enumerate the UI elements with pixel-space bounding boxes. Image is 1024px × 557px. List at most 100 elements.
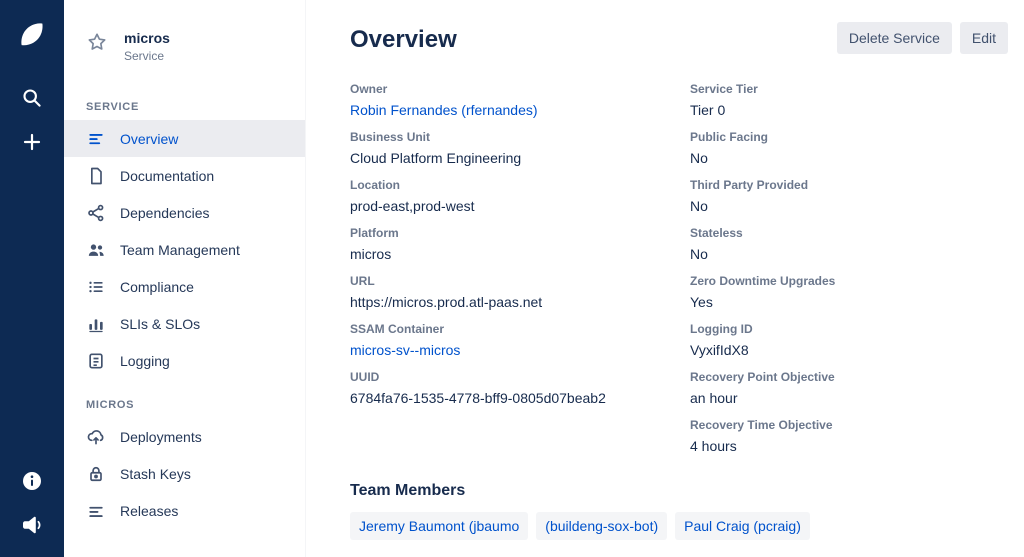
field-label: UUID [350, 370, 690, 384]
service-identity: micros Service [124, 30, 170, 63]
document-icon [86, 166, 106, 186]
sidebar-item-overview[interactable]: Overview [64, 120, 305, 157]
field-value: Tier 0 [690, 102, 835, 118]
sidebar-item-label: Compliance [120, 279, 194, 295]
field-value: 4 hours [690, 438, 835, 454]
sidebar-item-label: Releases [120, 503, 178, 519]
app-logo-button[interactable] [12, 14, 52, 54]
field-label: Recovery Time Objective [690, 418, 835, 432]
sidebar-item-label: SLIs & SLOs [120, 316, 200, 332]
megaphone-icon [20, 513, 44, 537]
sidebar-nav: SERVICE Overview Documentation Dependencies… [64, 89, 305, 529]
field-platform: Platform micros [350, 226, 690, 262]
team-member-chip[interactable]: Paul Craig (pcraig) [675, 512, 810, 540]
service-fields: Owner Robin Fernandes (rfernandes) Busines… [350, 82, 1008, 466]
sidebar-item-deployments[interactable]: Deployments [64, 418, 305, 455]
field-value: https://micros.prod.atl-paas.net [350, 294, 690, 310]
main-header: Overview Delete Service Edit [350, 22, 1008, 54]
field-value: No [690, 150, 835, 166]
field-label: Recovery Point Objective [690, 370, 835, 384]
field-business-unit: Business UnitCloud Platform Engineering [350, 130, 690, 166]
field-label: Public Facing [690, 130, 835, 144]
lock-icon [86, 464, 106, 484]
field-label: Stateless [690, 226, 835, 240]
field-label: Owner [350, 82, 690, 96]
sidebar-item-label: Dependencies [120, 205, 210, 221]
sidebar-item-releases[interactable]: Releases [64, 492, 305, 529]
delete-service-button[interactable]: Delete Service [837, 22, 952, 54]
field-value: micros [350, 246, 690, 262]
field-value: 6784fa76-1535-4778-bff9-0805d07beab2 [350, 390, 690, 406]
info-icon [20, 469, 44, 493]
field-value: Cloud Platform Engineering [350, 150, 690, 166]
field-label: Third Party Provided [690, 178, 835, 192]
plus-icon [20, 130, 44, 154]
team-member-chip[interactable]: Jeremy Baumont (jbaumo [350, 512, 528, 540]
field-label: SSAM Container [350, 322, 690, 336]
field-label: Zero Downtime Upgrades [690, 274, 835, 288]
fields-column-right: Service Tier Tier 0 Public Facing No Third P… [690, 82, 835, 466]
field-value-link[interactable]: Robin Fernandes (rfernandes) [350, 102, 690, 118]
create-button[interactable] [12, 122, 52, 162]
info-button[interactable] [12, 461, 52, 501]
sidebar-item-label: Stash Keys [120, 466, 191, 482]
field-ssam-container: SSAM Container micros-sv--micros [350, 322, 690, 358]
field-label: Location [350, 178, 690, 192]
sidebar-item-label: Logging [120, 353, 170, 369]
sidebar-item-label: Deployments [120, 429, 202, 445]
app-logo-icon [16, 18, 48, 50]
search-icon [20, 86, 44, 110]
bar-chart-icon [86, 314, 106, 334]
announcements-button[interactable] [12, 505, 52, 545]
team-member-chip[interactable]: (buildeng-sox-bot) [536, 512, 667, 540]
field-value: prod-east,prod-west [350, 198, 690, 214]
sidebar-item-stash-keys[interactable]: Stash Keys [64, 455, 305, 492]
edit-button[interactable]: Edit [960, 22, 1008, 54]
field-uuid: UUID 6784fa76-1535-4778-bff9-0805d07beab2 [350, 370, 690, 406]
field-stateless: StatelessNo [690, 226, 835, 262]
dependencies-icon [86, 203, 106, 223]
field-url: URL https://micros.prod.atl-paas.net [350, 274, 690, 310]
field-recovery-time-objective: Recovery Time Objective 4 hours [690, 418, 835, 454]
search-button[interactable] [12, 78, 52, 118]
header-buttons: Delete Service Edit [837, 22, 1008, 54]
sidebar-section-micros: MICROS Deployments Stash Keys Releases [64, 379, 305, 529]
field-public-facing: Public Facing No [690, 130, 835, 166]
team-members-section: Team Members Jeremy Baumont (jbaumo (buil… [350, 482, 1008, 540]
releases-icon [86, 501, 106, 521]
sidebar-section-title: MICROS [64, 379, 305, 418]
sidebar-item-slis-slos[interactable]: SLIs & SLOs [64, 305, 305, 342]
sidebar-item-dependencies[interactable]: Dependencies [64, 194, 305, 231]
sidebar-item-label: Overview [120, 131, 178, 147]
app-window: micros Service SERVICE Overview Documentat… [0, 0, 1024, 557]
sidebar-item-logging[interactable]: Logging [64, 342, 305, 379]
field-label: Service Tier [690, 82, 835, 96]
sidebar-header: micros Service [64, 0, 305, 89]
favorite-star-icon[interactable] [86, 31, 108, 53]
sidebar-item-team-management[interactable]: Team Management [64, 231, 305, 268]
field-recovery-point-objective: Recovery Point Objective an hour [690, 370, 835, 406]
app-rail [0, 0, 64, 557]
field-label: Platform [350, 226, 690, 240]
field-third-party-provided: Third Party ProvidedNo [690, 178, 835, 214]
main-content: Overview Delete Service Edit Owner Robin … [306, 0, 1024, 557]
field-value-link[interactable]: micros-sv--micros [350, 342, 690, 358]
field-value: Yes [690, 294, 835, 310]
fields-column-left: Owner Robin Fernandes (rfernandes) Busines… [350, 82, 690, 466]
sidebar-section-title: SERVICE [64, 89, 305, 120]
sidebar-item-compliance[interactable]: Compliance [64, 268, 305, 305]
field-label: URL [350, 274, 690, 288]
field-value: an hour [690, 390, 835, 406]
sidebar-item-documentation[interactable]: Documentation [64, 157, 305, 194]
field-service-tier: Service Tier Tier 0 [690, 82, 835, 118]
field-logging-id: Logging ID VyxifIdX8 [690, 322, 835, 358]
sidebar-item-label: Documentation [120, 168, 214, 184]
team-members-title: Team Members [350, 482, 1008, 500]
logging-icon [86, 351, 106, 371]
team-members-list: Jeremy Baumont (jbaumo (buildeng-sox-bot)… [350, 512, 1008, 540]
field-label: Logging ID [690, 322, 835, 336]
sidebar-section-service: SERVICE Overview Documentation Dependencies… [64, 89, 305, 379]
field-value: VyxifIdX8 [690, 342, 835, 358]
service-name: micros [124, 30, 170, 46]
sidebar: micros Service SERVICE Overview Documentat… [64, 0, 306, 557]
